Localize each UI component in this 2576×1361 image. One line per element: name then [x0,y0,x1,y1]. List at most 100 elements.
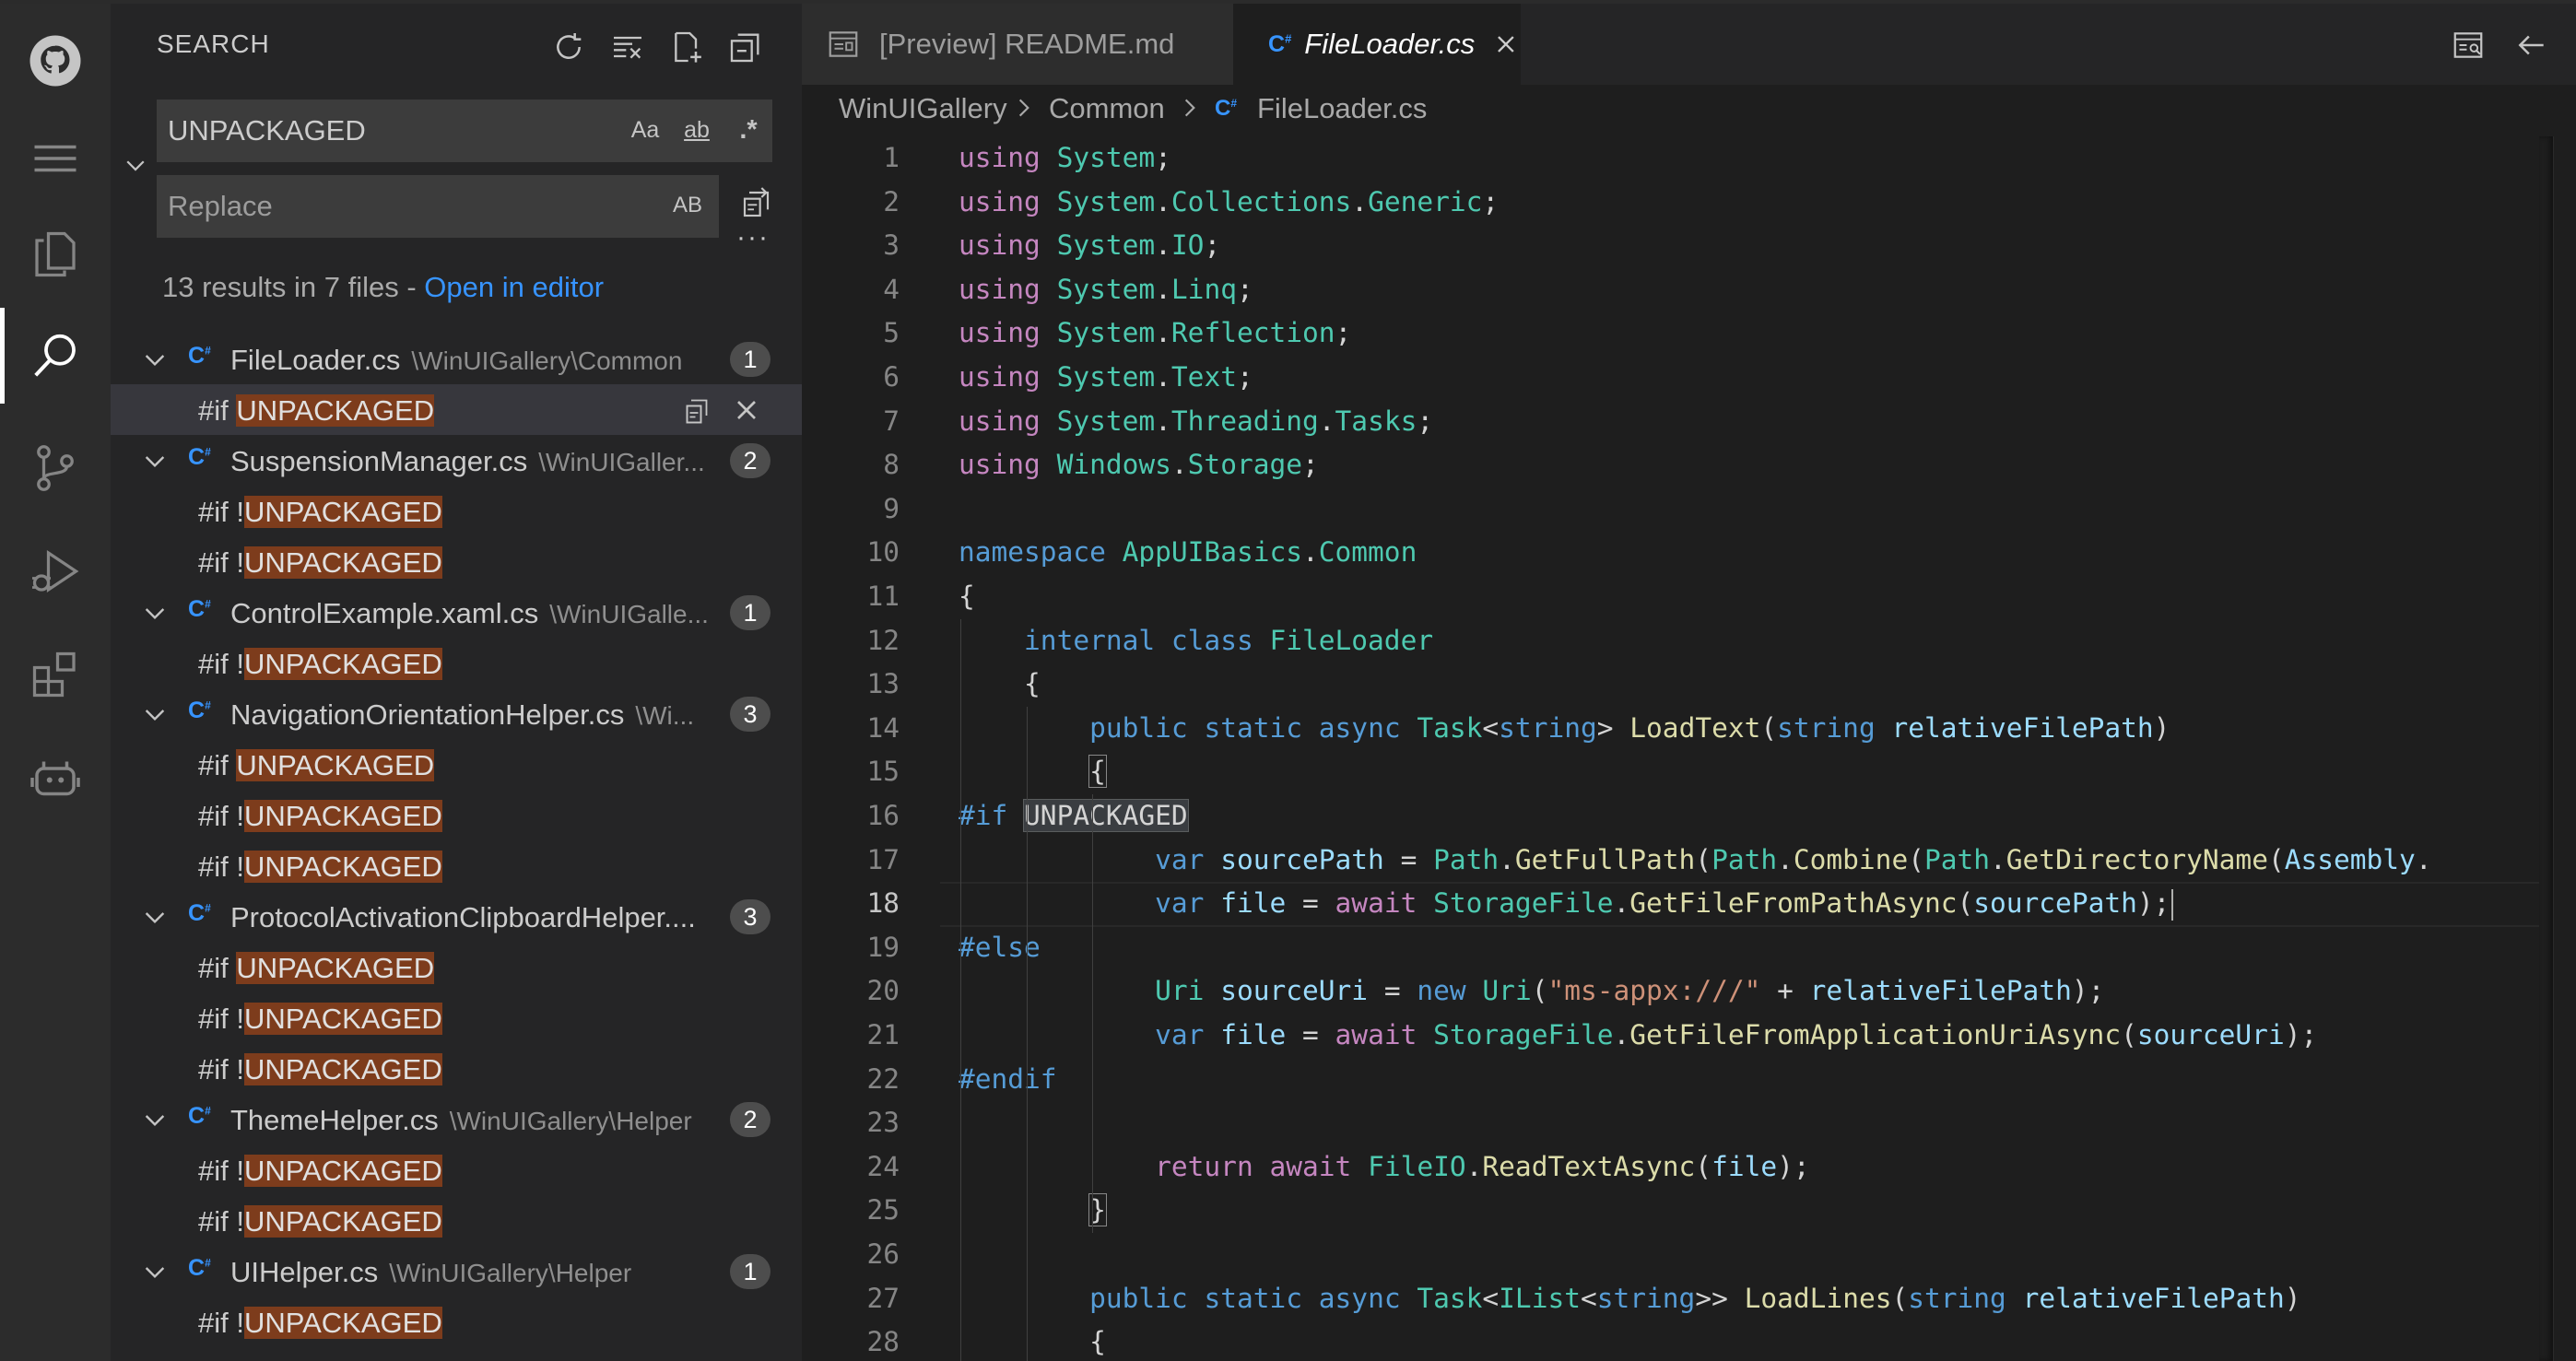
result-match-row[interactable]: #if !UNPACKAGED [111,840,802,891]
code-line: 16 #if UNPACKAGED [802,794,2553,839]
result-match-row[interactable]: #if !UNPACKAGED [111,1144,802,1195]
code-token: LoadText [1629,711,1761,744]
breadcrumb-item-fileloader[interactable]: FileLoader.cs [1257,92,1427,125]
line-number: 21 [866,1019,900,1050]
code-token: ; [1302,449,1319,481]
match-highlight: UNPACKAGED [236,952,435,984]
replace-all-button[interactable] [735,179,782,225]
code-token: using [959,142,1041,173]
code-token: System [1056,273,1156,305]
match-case-toggle[interactable]: Aa [627,109,664,151]
refresh-button[interactable] [546,24,592,70]
result-match-row[interactable]: #if !UNPACKAGED [111,536,802,587]
code-text: { [959,755,1107,789]
open-preview-to-side-button[interactable] [2445,22,2491,68]
result-match-row[interactable]: #if UNPACKAGED [111,942,802,992]
regex-toggle[interactable]: .* [730,109,767,151]
code-token: Path [1711,843,1778,875]
code-token: Storage [1187,449,1302,481]
result-match-row[interactable]: #if !UNPACKAGED [111,486,802,536]
code-line: 27 public static async Task<IList<string… [802,1277,2553,1321]
editor-scrollbar[interactable] [2539,136,2554,1361]
result-file-row[interactable]: C# NavigationOrientationHelper.cs \Wi... 3 [111,688,802,739]
result-file-row[interactable]: C# ThemeHelper.cs \WinUIGallery\Helper 2 [111,1094,802,1144]
collapse-all-button[interactable] [723,24,769,70]
code-text: using System.Text; [959,361,1253,393]
result-match-row[interactable]: #if !UNPACKAGED [111,1195,802,1246]
preserve-case-toggle[interactable]: AB [669,184,706,227]
code-token: using [959,185,1041,217]
line-number: 13 [866,668,900,700]
github-account-button[interactable] [0,9,111,112]
go-back-button[interactable] [2509,22,2555,68]
extensions-button[interactable] [0,623,111,726]
result-match-row[interactable]: #if UNPACKAGED [111,384,802,435]
line-number: 18 [866,887,900,920]
chevron-down-icon[interactable] [140,598,170,628]
whole-word-toggle[interactable]: ab [678,109,715,151]
more-options-button[interactable]: ··· [730,224,776,262]
tab-fileloader[interactable]: C# FileLoader.cs [1233,4,1521,85]
result-match-row[interactable]: #if !UNPACKAGED [111,1043,802,1094]
result-file-row[interactable]: C# FileLoader.cs \WinUIGallery\Common 1 [111,334,802,384]
line-number: 7 [883,405,900,437]
code-token: System [1056,229,1156,262]
result-file-row[interactable]: C# ControlExample.xaml.cs \WinUIGalle... 1 [111,587,802,638]
source-control-button[interactable] [0,417,111,520]
result-file-row[interactable]: C# SuspensionManager.cs \WinUIGaller... 2 [111,435,802,486]
clear-results-button[interactable] [605,24,651,70]
chevron-down-icon[interactable] [140,699,170,729]
run-and-debug-button[interactable] [0,520,111,623]
close-icon[interactable] [730,393,763,427]
result-match-row[interactable]: #if !UNPACKAGED [111,638,802,688]
result-match-row[interactable]: #if !UNPACKAGED [111,1296,802,1347]
csharp-file-icon: C# [188,596,211,622]
close-icon[interactable] [1491,29,1521,60]
code-token: file [1220,887,1287,920]
result-count-badge: 1 [730,1254,770,1289]
code-token: { [959,668,1041,700]
code-line: 4 using System.Linq; [802,268,2553,312]
chevron-down-icon[interactable] [140,902,170,932]
code-token: . [1302,536,1319,569]
new-search-editor-button[interactable] [664,24,710,70]
replace-input[interactable] [157,175,719,238]
result-match-row[interactable]: #if !UNPACKAGED [111,992,802,1043]
copilot-button[interactable] [0,726,111,829]
code-token: { [959,581,975,612]
code-token: async [1318,1282,1401,1314]
result-file-name: SuspensionManager.cs [230,445,528,477]
chevron-down-icon[interactable] [140,1257,170,1286]
code-token: > [1596,711,1630,744]
chevron-down-icon[interactable] [140,1105,170,1134]
chevron-down-icon[interactable] [140,446,170,475]
code-line: 5 using System.Reflection; [802,311,2553,356]
code-token: < [1482,1282,1500,1314]
code-token: + [1760,975,1810,1007]
result-file-row[interactable]: C# UIHelper.cs \WinUIGallery\Helper 1 [111,1246,802,1296]
menu-button[interactable] [0,107,111,210]
result-match-row[interactable]: #if UNPACKAGED [111,739,802,790]
open-in-editor-link[interactable]: Open in editor [424,271,604,303]
arrow-left-icon [2518,35,2544,55]
breadcrumb-item-common[interactable]: Common [1049,92,1165,125]
toggle-replace-button[interactable] [120,149,151,181]
code-token: var [1155,843,1205,875]
match-text: #if !UNPACKAGED [198,1205,442,1238]
chevron-down-icon[interactable] [140,345,170,374]
search-view-button[interactable] [0,304,111,407]
minimap[interactable] [2553,136,2576,1361]
code-editor[interactable]: 1 using System; 2 using System.Collections.… [802,136,2553,1361]
code-text: using System.Linq; [959,274,1253,305]
result-match-row[interactable]: #if !UNPACKAGED [111,790,802,840]
result-file-row[interactable]: C# ProtocolActivationClipboardHelper.... 3 [111,891,802,942]
breadcrumb-item-winuigallery[interactable]: WinUIGallery [839,92,1007,125]
replace-icon[interactable] [680,393,713,427]
tab-readme-preview[interactable]: [Preview] README.md [802,4,1233,85]
explorer-button[interactable] [0,203,111,306]
